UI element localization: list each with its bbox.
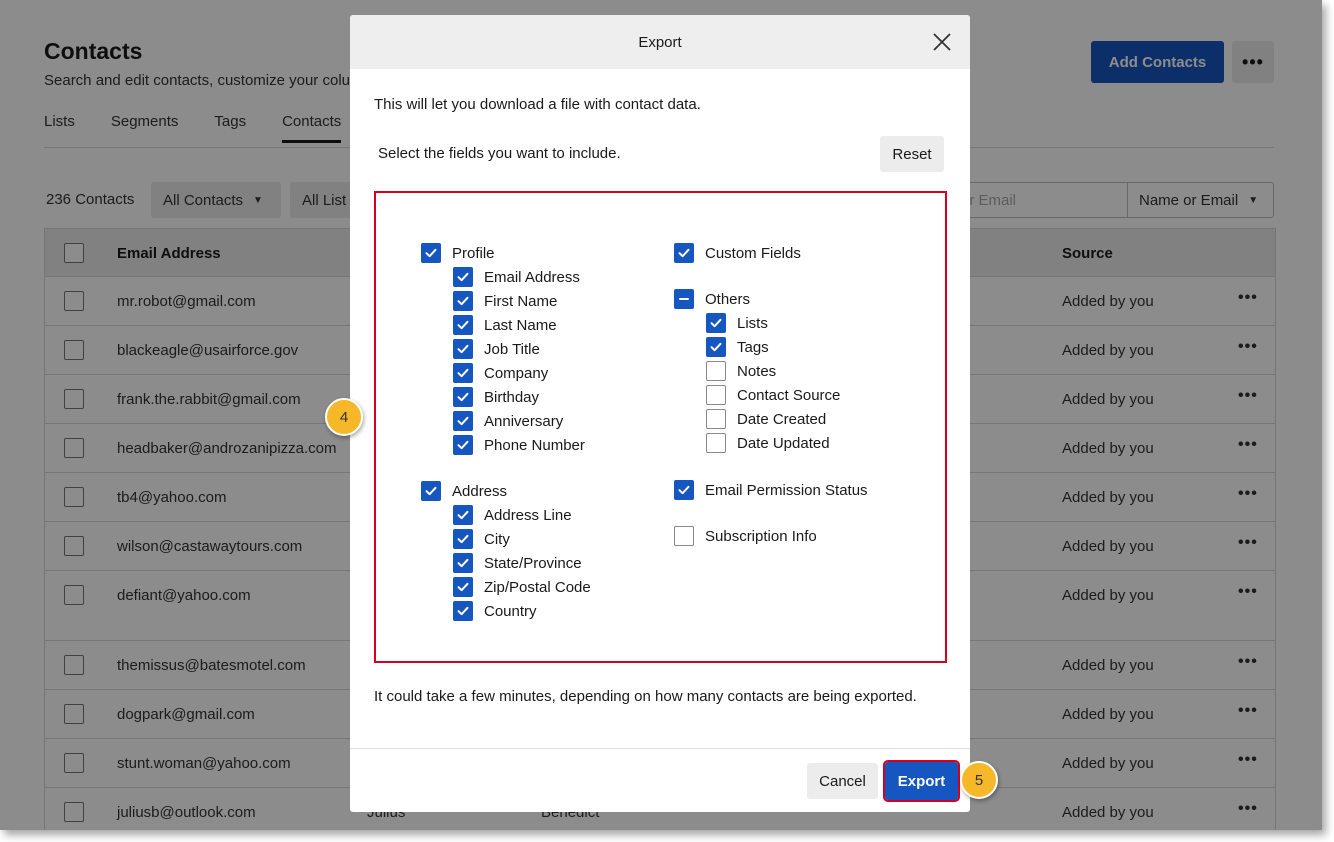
select-fields-label: Select the fields you want to include. <box>378 145 621 162</box>
dialog-title: Export <box>638 33 682 51</box>
checkbox-checked-icon[interactable] <box>453 411 473 431</box>
field-label: Subscription Info <box>705 527 817 545</box>
step-badge-5: 5 <box>960 761 998 799</box>
field-label: Zip/Postal Code <box>484 578 591 596</box>
checkbox-empty-icon[interactable] <box>706 361 726 381</box>
field-label: First Name <box>484 292 558 310</box>
field-option[interactable]: Custom Fields <box>674 243 801 263</box>
field-option[interactable]: Job Title <box>453 339 540 359</box>
checkbox-checked-icon[interactable] <box>453 291 473 311</box>
checkbox-checked-icon[interactable] <box>674 243 694 263</box>
close-icon[interactable] <box>930 30 954 54</box>
export-note: It could take a few minutes, depending o… <box>374 688 917 705</box>
dialog-intro: This will let you download a file with c… <box>374 96 701 113</box>
checkbox-checked-icon[interactable] <box>453 577 473 597</box>
field-option[interactable]: Notes <box>706 361 776 381</box>
field-label: Phone Number <box>484 436 585 454</box>
field-option[interactable]: Birthday <box>453 387 539 407</box>
checkbox-empty-icon[interactable] <box>674 526 694 546</box>
export-button[interactable]: Export <box>883 760 960 802</box>
checkbox-checked-icon[interactable] <box>453 267 473 287</box>
field-option[interactable]: First Name <box>453 291 557 311</box>
footer-divider <box>350 748 970 749</box>
field-option[interactable]: Country <box>453 601 537 621</box>
field-option[interactable]: Email Permission Status <box>674 480 868 500</box>
field-label: Email Address <box>484 268 580 286</box>
checkbox-empty-icon[interactable] <box>706 409 726 429</box>
field-label: Email Permission Status <box>705 481 868 499</box>
field-label: Tags <box>737 338 769 356</box>
checkbox-checked-icon[interactable] <box>706 337 726 357</box>
checkbox-empty-icon[interactable] <box>706 385 726 405</box>
fields-selection-box: Profile Email Address First Name Last Name J… <box>374 191 947 663</box>
checkbox-checked-icon[interactable] <box>453 387 473 407</box>
dialog-header: Export <box>350 15 970 69</box>
field-label: Country <box>484 602 537 620</box>
checkbox-checked-icon[interactable] <box>453 505 473 525</box>
checkbox-checked-icon[interactable] <box>706 313 726 333</box>
cancel-button[interactable]: Cancel <box>807 763 878 799</box>
checkbox-checked-icon[interactable] <box>453 315 473 335</box>
checkbox-checked-icon[interactable] <box>453 601 473 621</box>
field-label: Job Title <box>484 340 540 358</box>
field-label: Company <box>484 364 549 382</box>
field-label: Birthday <box>484 388 540 406</box>
field-option[interactable]: Company <box>453 363 548 383</box>
checkbox-checked-icon[interactable] <box>421 243 441 263</box>
field-option[interactable]: Lists <box>706 313 768 333</box>
field-option[interactable]: Subscription Info <box>674 526 817 546</box>
field-label: Others <box>705 290 751 308</box>
field-option[interactable]: State/Province <box>453 553 582 573</box>
field-label: Date Created <box>737 410 827 428</box>
field-label: Address <box>452 482 508 500</box>
field-label: Notes <box>737 362 777 380</box>
field-label: Anniversary <box>484 412 564 430</box>
field-option[interactable]: Date Created <box>706 409 826 429</box>
field-label: Lists <box>737 314 768 332</box>
checkbox-empty-icon[interactable] <box>706 433 726 453</box>
field-option[interactable]: Address Line <box>453 505 572 525</box>
field-option[interactable]: Tags <box>706 337 769 357</box>
field-label: Address Line <box>484 506 572 524</box>
field-option[interactable]: Profile <box>421 243 495 263</box>
field-option[interactable]: Email Address <box>453 267 580 287</box>
field-option[interactable]: Address <box>421 481 507 501</box>
field-label: Last Name <box>484 316 557 334</box>
field-label: Date Updated <box>737 434 830 452</box>
checkbox-checked-icon[interactable] <box>453 529 473 549</box>
checkbox-checked-icon[interactable] <box>674 480 694 500</box>
export-dialog: Export This will let you download a file… <box>350 15 970 812</box>
checkbox-indeterminate-icon[interactable] <box>674 289 694 309</box>
checkbox-checked-icon[interactable] <box>453 553 473 573</box>
app-window: Contacts Search and edit contacts, custo… <box>0 0 1322 830</box>
checkbox-checked-icon[interactable] <box>453 363 473 383</box>
field-option[interactable]: City <box>453 529 510 549</box>
step-badge-4: 4 <box>325 398 363 436</box>
checkbox-checked-icon[interactable] <box>453 339 473 359</box>
field-label: Custom Fields <box>705 244 801 262</box>
field-option[interactable]: Contact Source <box>706 385 840 405</box>
field-option[interactable]: Last Name <box>453 315 557 335</box>
field-label: City <box>484 530 510 548</box>
checkbox-checked-icon[interactable] <box>421 481 441 501</box>
field-option[interactable]: Zip/Postal Code <box>453 577 591 597</box>
field-option[interactable]: Date Updated <box>706 433 830 453</box>
field-option[interactable]: Phone Number <box>453 435 585 455</box>
field-label: Profile <box>452 244 495 262</box>
field-label: Contact Source <box>737 386 841 404</box>
reset-button[interactable]: Reset <box>880 136 944 172</box>
field-option[interactable]: Anniversary <box>453 411 563 431</box>
field-option[interactable]: Others <box>674 289 750 309</box>
field-label: State/Province <box>484 554 582 572</box>
checkbox-checked-icon[interactable] <box>453 435 473 455</box>
